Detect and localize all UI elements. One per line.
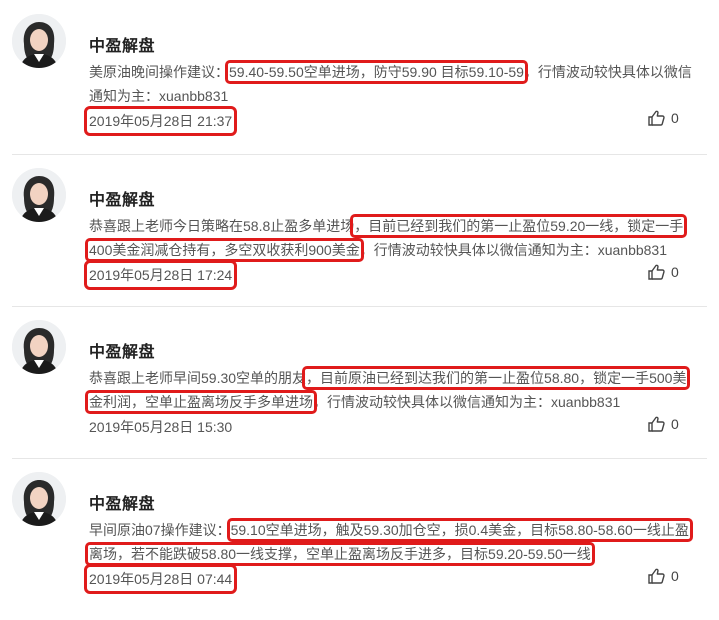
- comment-post: 中盈解盘早间原油07操作建议：59.10空单进场，触及59.30加仓空，损0.4…: [0, 470, 719, 620]
- author-name[interactable]: 中盈解盘: [89, 32, 155, 56]
- content-line: 早间原油07操作建议：59.10空单进场，触及59.30加仓空，损0.4美金，目…: [89, 518, 697, 542]
- content-line: 通知为主：xuanbb831: [89, 84, 697, 108]
- thumbs-up-icon: [648, 568, 665, 584]
- like-button[interactable]: 0: [648, 264, 679, 280]
- avatar[interactable]: [12, 320, 66, 374]
- content-line: 离场，若不能跌破58.80一线支撑，空单止盈离场反手进多，目标59.20-59.…: [85, 542, 697, 566]
- text-segment: ，行情波动较快具体以微信: [523, 64, 692, 80]
- like-count: 0: [671, 568, 679, 584]
- text-segment: ，行情波动较快具体以微信通知为主：xuanbb831: [359, 242, 668, 258]
- author-name[interactable]: 中盈解盘: [89, 186, 155, 210]
- author-name[interactable]: 中盈解盘: [89, 490, 155, 514]
- text-segment: 通知为主：xuanbb831: [89, 88, 229, 104]
- text-segment: 恭喜跟上老师早间59.30空单的朋友: [89, 370, 307, 386]
- highlighted-text-segment: ，目前原油已经到达我们的第一止盈位58.80，锁定一手500美: [302, 366, 691, 390]
- post-timestamp: 2019年05月28日 15:30: [89, 419, 233, 435]
- post-content: 早间原油07操作建议：59.10空单进场，触及59.30加仓空，损0.4美金，目…: [85, 518, 697, 566]
- highlighted-text-segment: ，目前已经到我们的第一止盈位59.20一线，锁定一手: [350, 214, 688, 238]
- post-timestamp: 2019年05月28日 07:44: [83, 564, 238, 594]
- content-line: 400美金润减仓持有，多空双收获利900美金，行情波动较快具体以微信通知为主：x…: [85, 238, 697, 262]
- thumbs-up-icon: [648, 416, 665, 432]
- like-count: 0: [671, 416, 679, 432]
- like-button[interactable]: 0: [648, 568, 679, 584]
- highlighted-text-segment: 金利润，空单止盈离场反手多单进场: [85, 390, 317, 414]
- text-segment: 美原油晚间操作建议：: [89, 64, 229, 80]
- post-content: 美原油晚间操作建议：59.40-59.50空单进场，防守59.90 目标59.1…: [89, 60, 697, 108]
- highlighted-text-segment: 400美金润减仓持有，多空双收获利900美金: [85, 238, 364, 262]
- post-timestamp: 2019年05月28日 17:24: [83, 260, 238, 290]
- content-line: 恭喜跟上老师今日策略在58.8止盈多单进场，目前已经到我们的第一止盈位59.20…: [89, 214, 697, 238]
- divider: [12, 154, 707, 155]
- comment-post: 中盈解盘恭喜跟上老师早间59.30空单的朋友，目前原油已经到达我们的第一止盈位5…: [0, 318, 719, 468]
- avatar[interactable]: [12, 472, 66, 526]
- like-button[interactable]: 0: [648, 110, 679, 126]
- thumbs-up-icon: [648, 264, 665, 280]
- post-content: 恭喜跟上老师今日策略在58.8止盈多单进场，目前已经到我们的第一止盈位59.20…: [85, 214, 697, 262]
- comment-post: 中盈解盘美原油晚间操作建议：59.40-59.50空单进场，防守59.90 目标…: [0, 12, 719, 162]
- thumbs-up-icon: [648, 110, 665, 126]
- content-line: 恭喜跟上老师早间59.30空单的朋友，目前原油已经到达我们的第一止盈位58.80…: [89, 366, 697, 390]
- highlighted-text-segment: 59.10空单进场，触及59.30加仓空，损0.4美金，目标58.80-58.6…: [226, 518, 693, 542]
- text-segment: 早间原油07操作建议：: [89, 522, 231, 538]
- content-line: 金利润，空单止盈离场反手多单进场，行情波动较快具体以微信通知为主：xuanbb8…: [85, 390, 697, 414]
- avatar[interactable]: [12, 168, 66, 222]
- post-timestamp: 2019年05月28日 21:37: [83, 106, 238, 136]
- like-button[interactable]: 0: [648, 416, 679, 432]
- text-segment: ，行情波动较快具体以微信通知为主：xuanbb831: [313, 394, 621, 410]
- avatar[interactable]: [12, 14, 66, 68]
- divider: [12, 458, 707, 459]
- highlighted-text-segment: 59.40-59.50空单进场，防守59.90 目标59.10-59: [225, 60, 528, 84]
- like-count: 0: [671, 264, 679, 280]
- post-content: 恭喜跟上老师早间59.30空单的朋友，目前原油已经到达我们的第一止盈位58.80…: [85, 366, 697, 414]
- author-name[interactable]: 中盈解盘: [89, 338, 155, 362]
- content-line: 美原油晚间操作建议：59.40-59.50空单进场，防守59.90 目标59.1…: [89, 60, 697, 84]
- comment-post: 中盈解盘恭喜跟上老师今日策略在58.8止盈多单进场，目前已经到我们的第一止盈位5…: [0, 166, 719, 316]
- divider: [12, 306, 707, 307]
- like-count: 0: [671, 110, 679, 126]
- text-segment: 恭喜跟上老师今日策略在58.8止盈多单进场: [89, 218, 355, 234]
- highlighted-text-segment: 离场，若不能跌破58.80一线支撑，空单止盈离场反手进多，目标59.20-59.…: [85, 542, 595, 566]
